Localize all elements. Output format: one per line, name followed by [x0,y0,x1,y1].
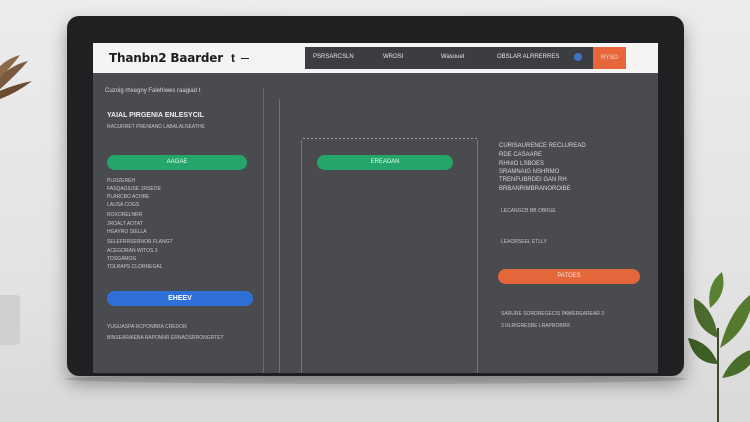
intro-text: Cuzoig rhxegny Falehiwes raagiad t [105,88,201,94]
potted-plant-decoration [688,272,750,422]
footer-line-1: YUGUASPA RCPONBRA CREDON [107,324,187,330]
field-9: ACEGORAN WITOS 3 [107,248,158,254]
panel-heading: YAIAL PIRGENIA ENLESYCIL [107,112,204,119]
field-10: TOSGAMOG [107,256,137,262]
right-line-3: RHNIO LSBOES [499,161,545,167]
footer-line-2: BINSEARAIEBA RAPDNNR ERNAOSRRONGRTET [107,335,224,341]
field-8: SELEFRRSERNOR FLANGT [107,239,173,245]
divider-right [477,140,478,373]
right-meta-1: LECANGCB BB OBRUE [501,208,556,214]
nav-item-1[interactable]: PSRSARCSLN [313,54,354,60]
right-line-4: SRAMNAIG NSHRMO [499,169,560,175]
app-title: Thanbn2 Baarder [109,51,223,65]
orange-action-button[interactable]: PATOES [498,269,640,284]
nav-item-3[interactable]: Wasouet [441,54,464,60]
right-note-1: SARURE SORDREGECIS PAWEREAREAR 3 [501,311,605,317]
right-line-6: BRBANRIMBRANOROIBE [499,186,571,192]
dotted-rule [303,138,477,139]
accent-nav-button[interactable]: RYSO [593,47,626,69]
dried-plant-decoration [0,55,32,99]
globe-icon[interactable] [574,53,582,61]
top-navigation: PSRSARCSLN WROSI Wasouet OBSLAR ALRRERRE… [305,47,593,69]
field-4: LAUSA COGS [107,202,140,208]
primary-green-button[interactable]: AAGAE [107,155,247,170]
divider-left-2 [279,99,280,373]
right-line-2: RDE CASAARE [499,152,543,158]
field-5: ROXORELNRR [107,212,143,218]
field-11: TOLRAPS CLORNEGAL [107,264,163,270]
title-suffix: t [230,51,235,65]
nav-item-4[interactable]: OBSLAR ALRRERRES [497,54,559,60]
divider-middle [301,140,302,373]
nav-item-2[interactable]: WROSI [383,54,403,60]
left-pot-decoration [0,295,20,345]
right-line-1: CURISAURENCE RECLUREAD [499,143,586,149]
field-7: HGAYRO SIELLA [107,229,147,235]
field-1: PLRIZEREH [107,178,136,184]
screen: Thanbn2 Baarder t PSRSARCSLN WROSI Wasou… [93,43,658,373]
field-2: FASQAGIUSE 1RSEOE [107,186,161,192]
right-meta-2: LEAORSEEL ETLLY [501,239,547,245]
field-3: PLARCBO ACHRE [107,194,150,200]
minimize-icon[interactable] [240,57,249,59]
divider-left [263,88,264,373]
right-line-5: TRENFUBRDEI GAN RH [499,177,567,183]
right-note-2: 3 RLRIGRESBE LRAPROBRR [501,323,570,329]
middle-green-button[interactable]: EREADAN [317,155,453,170]
panel-subheading: RACURRET PRENIAND LABALALNEATHE [107,124,205,130]
blue-action-button[interactable]: EHEEV [107,291,253,306]
field-6: JROALT AOTAT [107,221,143,227]
